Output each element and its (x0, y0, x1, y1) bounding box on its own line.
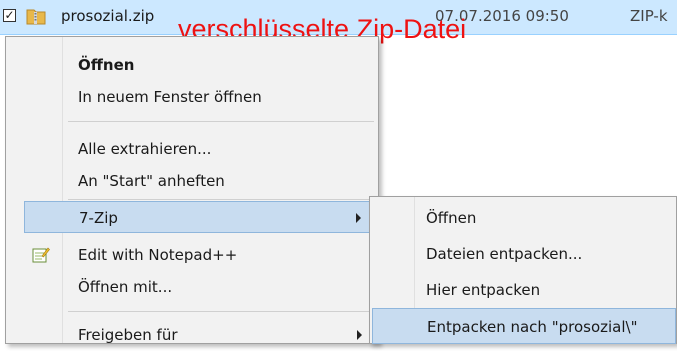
menu-item-7zip[interactable]: 7-Zip (24, 201, 376, 233)
menu-separator (68, 311, 374, 312)
menu-item-label: Edit with Notepad++ (78, 246, 238, 264)
context-menu: Öffnen In neuem Fenster öffnen Alle extr… (5, 36, 379, 344)
menu-item-open-new-window[interactable]: In neuem Fenster öffnen (24, 81, 376, 113)
menu-item-label: 7-Zip (79, 209, 118, 227)
submenu-item-open-archive[interactable]: Öffnen (372, 200, 676, 236)
menu-separator (68, 199, 374, 200)
menu-item-label: In neuem Fenster öffnen (78, 88, 262, 106)
zip-folder-icon (26, 9, 46, 25)
submenu-item-extract-here[interactable]: Hier entpacken (372, 272, 676, 308)
file-select-checkbox[interactable]: ✓ (3, 9, 16, 22)
menu-item-pin-to-start[interactable]: An "Start" anheften (24, 165, 376, 197)
file-name: prosozial.zip (61, 7, 155, 25)
menu-item-extract-all[interactable]: Alle extrahieren... (24, 133, 376, 165)
menu-item-label: Öffnen mit... (78, 278, 173, 296)
file-type: ZIP-k (630, 7, 668, 25)
notepad-plus-plus-icon (32, 247, 50, 263)
menu-item-label: Öffnen (78, 56, 135, 74)
submenu-item-extract-files[interactable]: Dateien entpacken... (372, 236, 676, 272)
menu-separator (68, 121, 374, 122)
submenu-item-label: Hier entpacken (426, 281, 541, 299)
menu-item-share-with[interactable]: Freigeben für (24, 319, 376, 351)
menu-item-open-with[interactable]: Öffnen mit... (24, 271, 376, 303)
submenu-arrow-icon (357, 330, 362, 340)
menu-item-open[interactable]: Öffnen (24, 49, 376, 81)
menu-item-label: Alle extrahieren... (78, 140, 212, 158)
menu-item-label: An "Start" anheften (78, 172, 225, 190)
submenu-item-extract-to-folder[interactable]: Entpacken nach "prosozial\" (372, 308, 676, 344)
menu-item-edit-notepadpp[interactable]: Edit with Notepad++ (24, 239, 376, 271)
submenu-item-label: Entpacken nach "prosozial\" (427, 318, 638, 336)
submenu-7zip: Öffnen Dateien entpacken... Hier entpack… (369, 196, 677, 344)
menu-item-label: Freigeben für (78, 326, 178, 344)
submenu-item-label: Dateien entpacken... (426, 245, 583, 263)
submenu-arrow-icon (356, 213, 361, 223)
submenu-item-label: Öffnen (426, 209, 477, 227)
